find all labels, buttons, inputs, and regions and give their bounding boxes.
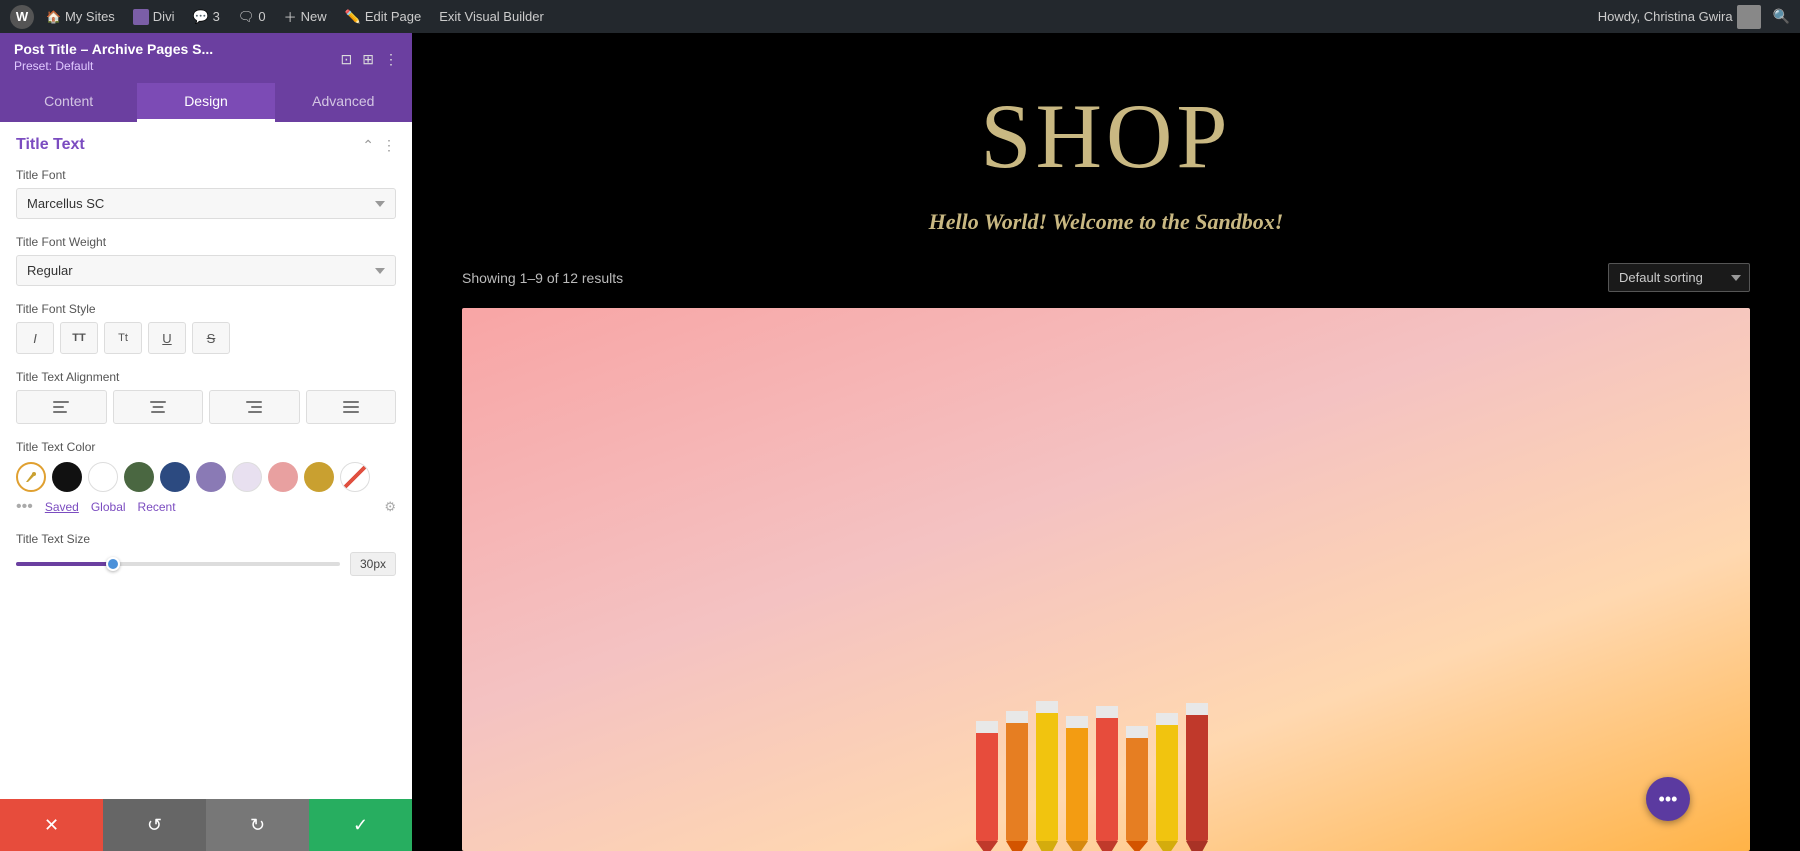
align-left-btn[interactable]	[16, 390, 107, 424]
font-style-underline-btn[interactable]: U	[148, 322, 186, 354]
font-style-buttons: I TT Tt U S	[16, 322, 396, 354]
color-tab-global[interactable]: Global	[91, 500, 126, 514]
admin-bar-comments[interactable]: 💬 3	[186, 9, 225, 25]
admin-bar-exit-builder[interactable]: Exit Visual Builder	[433, 9, 550, 24]
color-picker-btn[interactable]	[16, 462, 46, 492]
slider-row: 30px	[16, 552, 396, 576]
title-font-group: Title Font Marcellus SC	[16, 168, 396, 219]
color-more-btn[interactable]: •••	[16, 498, 33, 516]
title-font-label: Title Font	[16, 168, 396, 182]
panel-preset: Preset: Default	[14, 57, 213, 77]
section-title: Title Text	[16, 136, 85, 154]
section-collapse-icon[interactable]: ⌃	[362, 137, 374, 154]
color-swatch-black[interactable]	[52, 462, 82, 492]
product-preview: •••	[462, 308, 1750, 851]
panel-header: Post Title – Archive Pages S... Preset: …	[0, 33, 412, 83]
section-header: Title Text ⌃ ⋮	[16, 136, 396, 154]
admin-bar-user[interactable]: Howdy, Christina Gwira	[1592, 5, 1767, 29]
title-text-size-group: Title Text Size 30px	[16, 532, 396, 576]
fab-button[interactable]: •••	[1646, 777, 1690, 821]
font-style-smallcaps1-btn[interactable]: TT	[60, 322, 98, 354]
bottom-bar: ✕ ↺ ↻ ✓	[0, 799, 412, 851]
color-swatch-pink[interactable]	[268, 462, 298, 492]
admin-bar-right: Howdy, Christina Gwira 🔍	[1592, 5, 1790, 29]
redo-button[interactable]: ↻	[206, 799, 309, 851]
title-font-style-label: Title Font Style	[16, 302, 396, 316]
title-font-weight-select[interactable]: Regular	[16, 255, 396, 286]
panel-header-icons: ⊡ ⊞ ⋮	[341, 51, 398, 68]
color-swatch-blue[interactable]	[160, 462, 190, 492]
panel-pin-icon[interactable]: ⊡	[341, 51, 353, 68]
title-text-size-label: Title Text Size	[16, 532, 396, 546]
canvas-content: SHOP Hello World! Welcome to the Sandbox…	[412, 33, 1800, 851]
panel-tabs: Content Design Advanced	[0, 83, 412, 122]
main-layout: Post Title – Archive Pages S... Preset: …	[0, 33, 1800, 851]
section-more-icon[interactable]: ⋮	[382, 137, 396, 154]
wp-logo-icon[interactable]: W	[10, 5, 34, 29]
align-right-btn[interactable]	[209, 390, 300, 424]
align-center-btn[interactable]	[113, 390, 204, 424]
user-avatar	[1737, 5, 1761, 29]
admin-bar-divi[interactable]: Divi	[127, 9, 181, 25]
color-swatch-green[interactable]	[124, 462, 154, 492]
save-button[interactable]: ✓	[309, 799, 412, 851]
slider-value: 30px	[350, 552, 396, 576]
color-swatch-white[interactable]	[88, 462, 118, 492]
tab-content[interactable]: Content	[0, 83, 137, 122]
tab-design[interactable]: Design	[137, 83, 274, 122]
admin-bar-search-icon[interactable]: 🔍	[1773, 8, 1790, 25]
title-font-weight-group: Title Font Weight Regular	[16, 235, 396, 286]
title-font-select[interactable]: Marcellus SC	[16, 188, 396, 219]
cancel-button[interactable]: ✕	[0, 799, 103, 851]
panel-content: Title Text ⌃ ⋮ Title Font Marcellus SC T…	[0, 122, 412, 799]
title-font-weight-label: Title Font Weight	[16, 235, 396, 249]
align-justify-btn[interactable]	[306, 390, 397, 424]
pencils-illustration	[956, 691, 1256, 851]
left-panel: Post Title – Archive Pages S... Preset: …	[0, 33, 412, 851]
admin-bar-mysites[interactable]: 🏠 My Sites	[40, 9, 121, 24]
color-swatch-gold[interactable]	[304, 462, 334, 492]
slider-thumb[interactable]	[106, 557, 120, 571]
color-swatch-lavender[interactable]	[232, 462, 262, 492]
admin-bar-comment-count[interactable]: 🗨 0	[232, 9, 272, 25]
canvas-area: SHOP Hello World! Welcome to the Sandbox…	[412, 33, 1800, 851]
results-text: Showing 1–9 of 12 results	[462, 270, 623, 286]
admin-bar-new[interactable]: ＋ New	[278, 7, 333, 26]
color-tab-recent[interactable]: Recent	[138, 500, 176, 514]
color-swatch-purple[interactable]	[196, 462, 226, 492]
sort-select[interactable]: Default sorting Sort by popularity Sort …	[1608, 263, 1750, 292]
color-swatches	[16, 462, 396, 492]
wp-admin-bar: W 🏠 My Sites Divi 💬 3 🗨 0 ＋ New ✏️ Edit …	[0, 0, 1800, 33]
panel-menu-icon[interactable]: ⋮	[384, 51, 398, 68]
panel-title: Post Title – Archive Pages S...	[14, 41, 213, 57]
panel-grid-icon[interactable]: ⊞	[362, 51, 374, 68]
slider-track[interactable]	[16, 562, 340, 566]
tab-advanced[interactable]: Advanced	[275, 83, 412, 122]
color-settings-icon[interactable]: ⚙	[384, 499, 396, 515]
color-tabs-row: ••• Saved Global Recent ⚙	[16, 498, 396, 516]
title-font-style-group: Title Font Style I TT Tt U S	[16, 302, 396, 354]
title-text-alignment-label: Title Text Alignment	[16, 370, 396, 384]
admin-bar-edit-page[interactable]: ✏️ Edit Page	[339, 9, 428, 25]
font-style-italic-btn[interactable]: I	[16, 322, 54, 354]
font-style-strikethrough-btn[interactable]: S	[192, 322, 230, 354]
alignment-buttons	[16, 390, 396, 424]
color-tab-saved[interactable]: Saved	[45, 500, 79, 514]
shop-subtitle: Hello World! Welcome to the Sandbox!	[929, 209, 1284, 235]
title-text-color-label: Title Text Color	[16, 440, 396, 454]
title-text-alignment-group: Title Text Alignment	[16, 370, 396, 424]
font-style-smallcaps2-btn[interactable]: Tt	[104, 322, 142, 354]
undo-button[interactable]: ↺	[103, 799, 206, 851]
shop-title: SHOP	[980, 83, 1231, 189]
color-swatch-clear[interactable]	[340, 462, 370, 492]
section-header-icons: ⌃ ⋮	[362, 137, 396, 154]
slider-fill	[16, 562, 113, 566]
shop-meta-row: Showing 1–9 of 12 results Default sortin…	[412, 263, 1800, 292]
admin-bar-left: W 🏠 My Sites Divi 💬 3 🗨 0 ＋ New ✏️ Edit …	[10, 5, 550, 29]
title-text-color-group: Title Text Color	[16, 440, 396, 516]
